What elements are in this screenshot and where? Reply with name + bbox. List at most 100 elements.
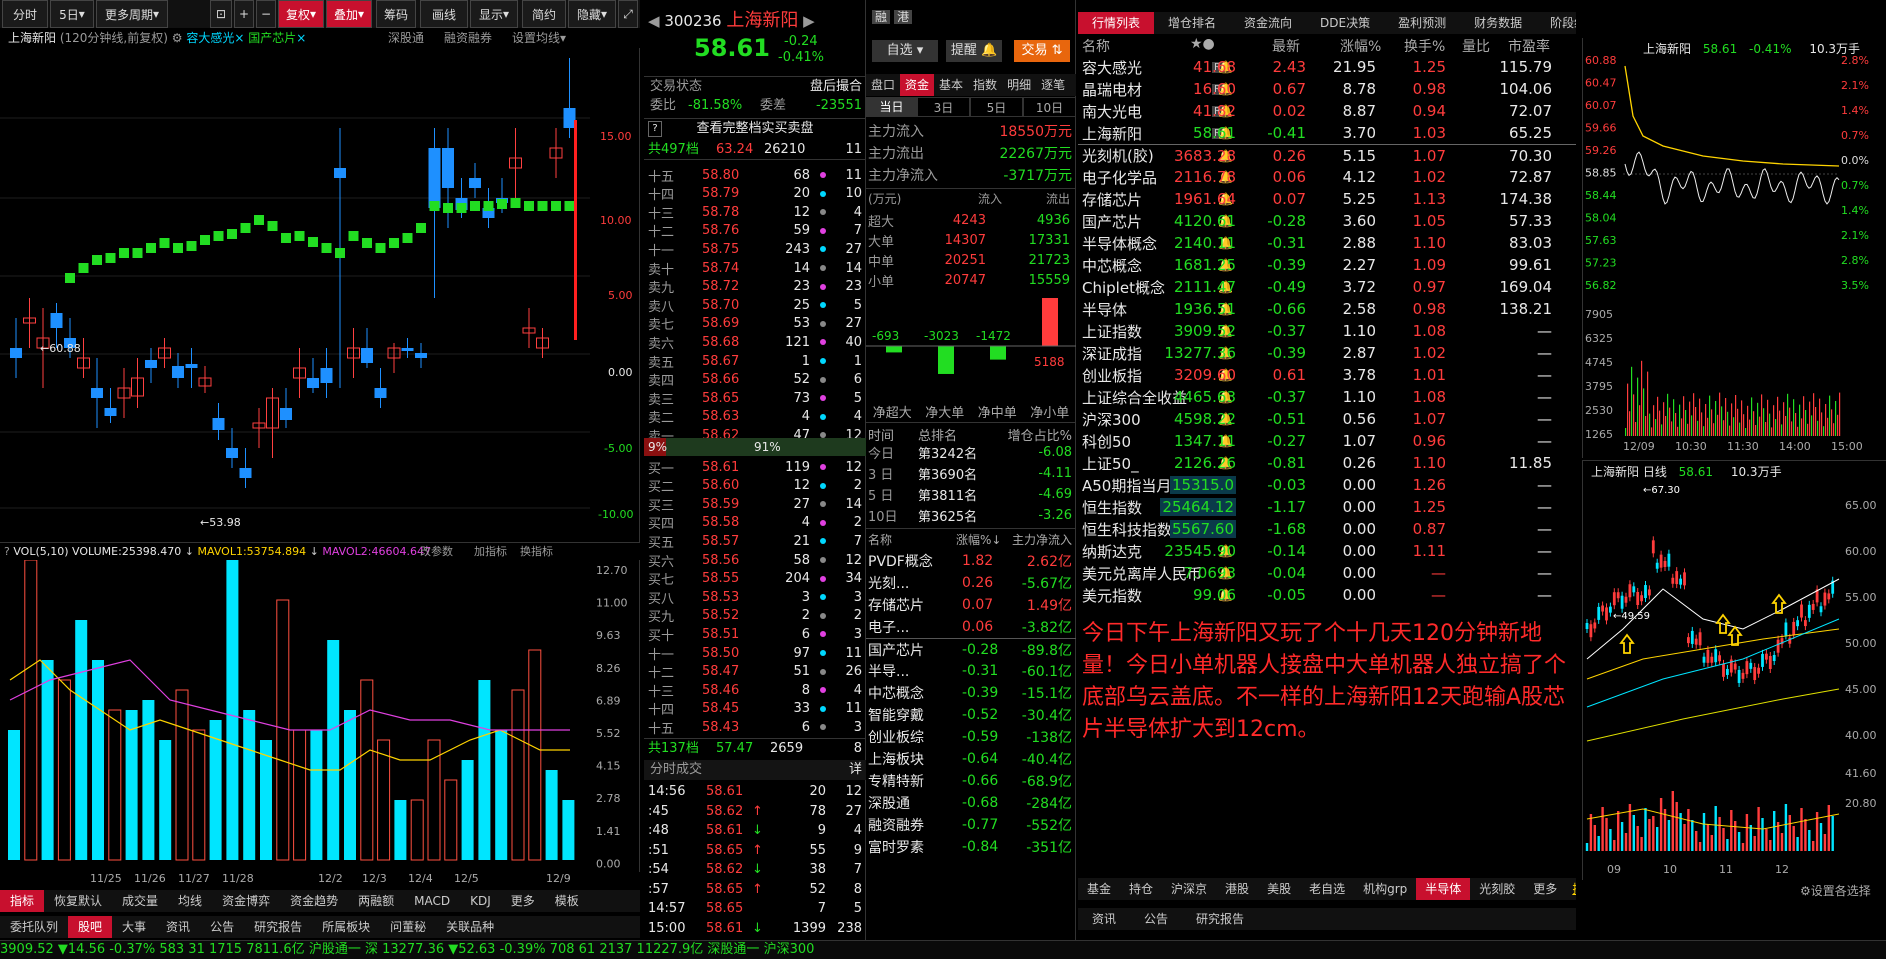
bid-row[interactable]: 买八 58.53 3 3 [644, 588, 866, 607]
list-bottom-tab[interactable]: 美股 [1258, 878, 1300, 900]
sector-row[interactable]: 电子... 0.06 -3.82亿 [866, 616, 1076, 638]
range-tab[interactable]: 当日 [866, 97, 917, 117]
list-top-tab[interactable]: 阶段统计 [1536, 12, 1576, 34]
sector-row[interactable]: 创业板综 -0.59 -138亿 [866, 726, 1076, 748]
list-row[interactable]: 美元指数 🔔 99.06 -0.05 0.00— — [1078, 584, 1576, 606]
trade-button[interactable]: 交易 ⇅ [1014, 40, 1070, 62]
range-tab[interactable]: 10日 [1023, 97, 1076, 117]
zoom-in-icon[interactable]: + [234, 0, 254, 28]
bid-row[interactable]: 十二 58.47 51 26 [644, 663, 866, 681]
list-row[interactable]: 美元兑离岸人民币 🔔 7.0693 -0.04 0.00— — [1078, 562, 1576, 584]
list-row[interactable]: 上证50_ 🔔 2126.26 -0.81 0.26 1.10 11.85 [1078, 452, 1576, 474]
tab-margin[interactable]: 两融额 [348, 890, 404, 912]
list-bottom-tab[interactable]: 持仓 [1120, 878, 1162, 900]
link-sgt[interactable]: 深股通 [388, 28, 424, 48]
bid-row[interactable]: 十一 58.50 97 11 [644, 644, 866, 663]
list-row[interactable]: 科创50 🔔 1347.11 -0.27 1.07 0.96— [1078, 430, 1576, 452]
ask-row[interactable]: 十二 58.76 59 7 [644, 222, 866, 240]
sector-row[interactable]: 中芯概念 -0.39 -15.1亿 [866, 682, 1076, 704]
capital-tab[interactable]: 盘口 [866, 74, 900, 96]
list-top-tab[interactable]: 行情列表 [1078, 12, 1155, 34]
ask-row[interactable]: 卖四 58.66 52 6 [644, 371, 866, 389]
vol-add-link[interactable]: 加指标 [474, 543, 507, 561]
list-row[interactable]: 容大感光 R 🔔 41.68 2.43 21.95 1.25 115.79 [1078, 56, 1576, 78]
list-row[interactable]: 存储芯片 🔔 1961.64 0.07 5.25 1.13 174.38 [1078, 188, 1576, 210]
list-row[interactable]: 半导体 🔔 1936.51 -0.66 2.58 0.98 138.21 [1078, 298, 1576, 320]
link-rzrq[interactable]: 融资融券 [444, 28, 492, 48]
footer-mid-tab[interactable]: 研究报告 [1182, 908, 1258, 930]
list-row[interactable]: 国产芯片 🔔 4120.61 -0.28 3.60 1.05 57.33 [1078, 210, 1576, 232]
vol-swap-link[interactable]: 换指标 [520, 543, 553, 561]
capital-tab[interactable]: 指数 [968, 74, 1002, 96]
list-row[interactable]: 上证指数 🔔 3909.52 -0.37 1.10 1.08— [1078, 320, 1576, 342]
capital-tab[interactable]: 明细 [1002, 74, 1036, 96]
tab-queue[interactable]: 委托队列 [0, 916, 68, 938]
bid-row[interactable]: 十四 58.45 33 11 [644, 700, 866, 718]
display-button[interactable]: 显示 ▾ [470, 0, 518, 28]
capital-tab[interactable]: 资金 [900, 74, 935, 96]
list-row[interactable]: 电子化学品 🔔 2116.78 0.06 4.12 1.02 72.87 [1078, 166, 1576, 188]
vol-param-link[interactable]: 改参数 [420, 543, 453, 561]
bid-row[interactable]: 买二 58.60 12 2 [644, 477, 866, 495]
bid-row[interactable]: 买六 58.56 58 12 [644, 551, 866, 570]
capital-tab[interactable]: 基本 [934, 74, 968, 96]
chip-button[interactable]: 筹码 [376, 0, 416, 28]
list-row[interactable]: 创业板指 🔔 3209.60 0.61 3.78 1.01— [1078, 364, 1576, 386]
list-row[interactable]: 沪深300 🔔 4598.22 -0.51 0.56 1.07— [1078, 408, 1576, 430]
ask-row[interactable]: 十三 58.78 12 4 [644, 203, 866, 222]
bid-row[interactable]: 买十 58.51 6 3 [644, 625, 866, 644]
list-bottom-tab[interactable]: 沪深京 [1162, 878, 1216, 900]
tab-indicator[interactable]: 指标 [0, 890, 45, 912]
footer-mid-tab[interactable]: 资讯 [1078, 908, 1130, 930]
list-bottom-tab[interactable]: 半导体 [1416, 878, 1471, 900]
opportunity-link[interactable]: 抓牛机会在这里>> [1566, 878, 1576, 900]
list-bottom-tab[interactable]: 更多 [1524, 878, 1566, 900]
ask-row[interactable]: 卖三 58.65 73 5 [644, 389, 866, 408]
list-row[interactable]: 恒生科技指数🔔5567.60-1.680.000.87— [1078, 518, 1576, 540]
list-top-tab[interactable]: 增仓排名 [1154, 12, 1230, 34]
tab-capital[interactable]: 资金博弈 [212, 890, 280, 912]
full-depth-link[interactable]: ? 查看完整档实买卖盘 [644, 118, 866, 138]
bid-row[interactable]: 买七 58.55 204 34 [644, 570, 866, 588]
list-row[interactable]: 恒生指数🔔25464.12-1.170.001.25— [1078, 496, 1576, 518]
range-tab[interactable]: 3日 [917, 97, 970, 117]
sector-row[interactable]: 光刻... 0.26 -5.67亿 [866, 572, 1076, 594]
footer-mid-tab[interactable]: 公告 [1130, 908, 1182, 930]
ask-row[interactable]: 卖五 58.67 1 1 [644, 352, 866, 371]
list-top-tab[interactable]: 盈利预测 [1384, 12, 1460, 34]
list-row[interactable]: 南大光电 R 🔔 41.82 0.02 8.87 0.94 72.07 [1078, 100, 1576, 122]
simple-button[interactable]: 简约 [522, 0, 566, 28]
ask-row[interactable]: 卖七 58.69 53 27 [644, 315, 866, 333]
overlay-button[interactable]: 叠加 ▾ [326, 0, 372, 28]
vol-settings-icon[interactable]: ? [4, 545, 10, 558]
ask-row[interactable]: 卖八 58.70 25 5 [644, 296, 866, 315]
tab-ma[interactable]: 均线 [168, 890, 212, 912]
list-row[interactable]: 光刻机(胶) 🔔 3683.28 0.26 5.15 1.07 70.30 [1078, 144, 1576, 166]
sector-row[interactable]: 半导... -0.31 -60.1亿 [866, 660, 1076, 682]
watch-button[interactable]: 自选 ▾ [872, 40, 938, 62]
tab-notice[interactable]: 公告 [200, 916, 244, 938]
list-row[interactable]: 上证综合全收益 🔔 4465.63 -0.37 1.10 1.08— [1078, 386, 1576, 408]
overlay-2-label[interactable]: 国产芯片 [248, 31, 296, 45]
sector-row[interactable]: 存储芯片 0.07 1.49亿 [866, 594, 1076, 616]
tab-kdj[interactable]: KDJ [460, 890, 501, 912]
bid-row[interactable]: 买一 58.61 119 12 [644, 458, 866, 477]
sector-row[interactable]: PVDF概念 1.82 2.62亿 [866, 550, 1076, 572]
tab-reset[interactable]: 恢复默认 [44, 890, 112, 912]
list-bottom-tab[interactable]: 机构grp [1354, 878, 1416, 900]
more-period-button[interactable]: 更多周期 ▾ [96, 0, 168, 28]
next-icon[interactable]: ▶ [803, 12, 815, 30]
list-bottom-tab[interactable]: 基金 [1078, 878, 1120, 900]
sector-row[interactable]: 专精特新 -0.66 -68.9亿 [866, 770, 1076, 792]
tab-template[interactable]: 模板 [545, 890, 589, 912]
list-top-tab[interactable]: 资金流向 [1230, 12, 1306, 34]
settings-icon[interactable]: ⚙ [172, 31, 183, 45]
tab-news[interactable]: 资讯 [156, 916, 200, 938]
list-row[interactable]: A50期指当月连续🔔15315.0-0.030.001.26— [1078, 474, 1576, 496]
ask-row[interactable]: 卖十 58.74 14 14 [644, 259, 866, 278]
tab-trend[interactable]: 资金趋势 [280, 890, 348, 912]
prev-icon[interactable]: ◀ [648, 12, 660, 30]
settings-link[interactable]: ⚙设置各选择 [1800, 882, 1886, 902]
list-row[interactable]: 半导体概念 🔔 2140.11 -0.31 2.88 1.10 83.03 [1078, 232, 1576, 254]
bid-row[interactable]: 买五 58.57 21 7 [644, 532, 866, 551]
